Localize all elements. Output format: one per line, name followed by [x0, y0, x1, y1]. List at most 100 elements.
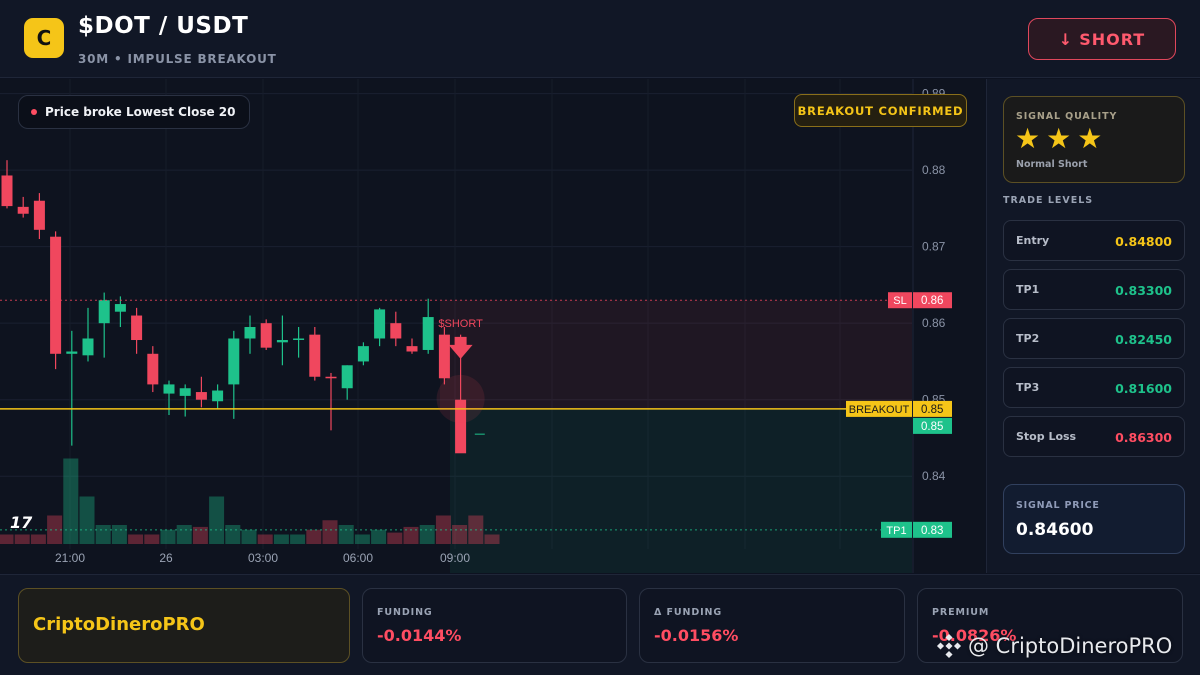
candlestick-chart[interactable]: $SHORT0.890.880.870.860.850.8421:002603:…: [0, 79, 985, 573]
tradingview-logo: 17: [10, 513, 33, 532]
header: C $DOT / USDT 30M • IMPULSE BREAKOUT ↓ S…: [0, 0, 1200, 78]
candle-body: [195, 392, 207, 400]
level-value: 0.84800: [1115, 234, 1172, 249]
delta-funding-card: Δ FUNDING -0.0156%: [639, 588, 905, 663]
level-entry: Entry 0.84800: [1003, 220, 1185, 261]
level-tp2: TP2 0.82450: [1003, 318, 1185, 359]
funding-value: -0.0144%: [377, 626, 462, 645]
volume-bar: [30, 534, 46, 544]
candle-body: [82, 338, 94, 356]
candle-body: [66, 351, 78, 354]
time-tick-label: 21:00: [55, 551, 85, 565]
volume-bar: [419, 525, 435, 544]
volume-bar: [111, 525, 127, 544]
signal-glow: [436, 374, 485, 423]
volume-bar: [371, 529, 387, 544]
signal-quality-label: SIGNAL QUALITY: [1016, 111, 1118, 122]
delta-funding-value: -0.0156%: [654, 626, 739, 645]
level-value: 0.83300: [1115, 283, 1172, 298]
price-note: Price broke Lowest Close 20: [18, 95, 251, 129]
candle-body: [147, 353, 159, 385]
watermark-text: @ CriptoDineroPRO: [968, 634, 1173, 658]
volume-bar: [95, 525, 111, 544]
breakout-tag-name: BREAKOUT: [849, 404, 910, 416]
star-icon: ★: [1046, 122, 1072, 155]
pair-subtitle: 30M • IMPULSE BREAKOUT: [78, 52, 277, 66]
volume-bar: [338, 525, 354, 544]
funding-card: FUNDING -0.0144%: [362, 588, 627, 663]
candle-body: [390, 323, 402, 339]
volume-bar: [452, 525, 468, 544]
time-tick-label: 03:00: [248, 551, 278, 565]
pair-title: $DOT / USDT: [78, 13, 249, 39]
footer: CriptoDineroPRO FUNDING -0.0144% Δ FUNDI…: [0, 574, 1200, 675]
watermark: @ CriptoDineroPRO: [936, 633, 1172, 659]
candle-body: [33, 200, 45, 230]
volume-bar: [435, 515, 451, 544]
volume-bar: [176, 525, 192, 544]
candle-body: [293, 338, 305, 340]
candle-body: [438, 334, 450, 379]
time-tick-label: 06:00: [343, 551, 373, 565]
level-name: Stop Loss: [1016, 430, 1077, 443]
volume-bar: [241, 529, 257, 544]
price-tick-label: 0.86: [922, 316, 946, 330]
breakout-badge: BREAKOUT CONFIRMED: [794, 94, 967, 127]
level-stop-loss: Stop Loss 0.86300: [1003, 416, 1185, 457]
volume-bar: [0, 534, 14, 544]
binance-icon: [936, 633, 962, 659]
sidebar: SIGNAL QUALITY ★ ★ ★ Normal Short TRADE LE…: [986, 79, 1200, 573]
candle-body: [374, 309, 386, 339]
candle-body: [341, 365, 353, 389]
volume-bar: [484, 534, 500, 544]
volume-bar: [273, 534, 289, 544]
level-value: 0.82450: [1115, 332, 1172, 347]
candle-body: [244, 327, 256, 339]
current-tag-value: 0.85: [921, 421, 943, 433]
level-name: TP2: [1016, 332, 1040, 345]
volume-bar: [322, 520, 338, 544]
time-tick-label: 09:00: [440, 551, 470, 565]
volume-bar: [209, 496, 225, 544]
price-chart[interactable]: $SHORT0.890.880.870.860.850.8421:002603:…: [0, 79, 985, 573]
level-name: Entry: [1016, 234, 1050, 247]
signal-price-value: 0.84600: [1016, 520, 1094, 540]
candle-body: [422, 317, 434, 350]
volume-bar: [306, 529, 322, 544]
take-profit-zone: [450, 408, 912, 573]
brand-name: CriptoDineroPRO: [33, 614, 205, 635]
signal-quality-subtitle: Normal Short: [1016, 159, 1088, 170]
brand-card: CriptoDineroPRO: [18, 588, 350, 663]
candle-body: [17, 206, 29, 214]
level-tp1: TP1 0.83300: [1003, 269, 1185, 310]
stop-loss-zone: [440, 300, 912, 409]
price-note-text: Price broke Lowest Close 20: [45, 105, 236, 119]
volume-bar: [144, 534, 160, 544]
candle-body: [50, 236, 62, 354]
volume-bar: [160, 529, 176, 544]
star-icon: ★: [1077, 122, 1103, 155]
delta-funding-label: Δ FUNDING: [654, 607, 723, 618]
alert-dot-icon: [31, 109, 37, 115]
premium-label: PREMIUM: [932, 607, 990, 618]
volume-bar: [257, 534, 273, 544]
short-button[interactable]: ↓ SHORT: [1028, 18, 1176, 60]
candle-body: [406, 346, 418, 352]
candle-body: [276, 340, 288, 343]
candle-body: [131, 315, 143, 341]
candle-body: [212, 390, 224, 402]
candle-body: [228, 338, 240, 385]
level-name: TP1: [1016, 283, 1040, 296]
candle-body: [325, 376, 337, 379]
price-tick-label: 0.84: [922, 469, 946, 483]
time-tick-label: 26: [159, 551, 173, 565]
volume-bar: [387, 532, 403, 544]
signal-price-label: SIGNAL PRICE: [1016, 500, 1100, 511]
candle-body: [309, 334, 321, 377]
candle-body: [1, 175, 13, 207]
candle-body: [179, 388, 191, 396]
short-button-label: SHORT: [1079, 29, 1146, 49]
price-tick-label: 0.87: [922, 240, 946, 254]
sl-tag-name: SL: [893, 295, 906, 307]
volume-bar: [225, 525, 241, 544]
